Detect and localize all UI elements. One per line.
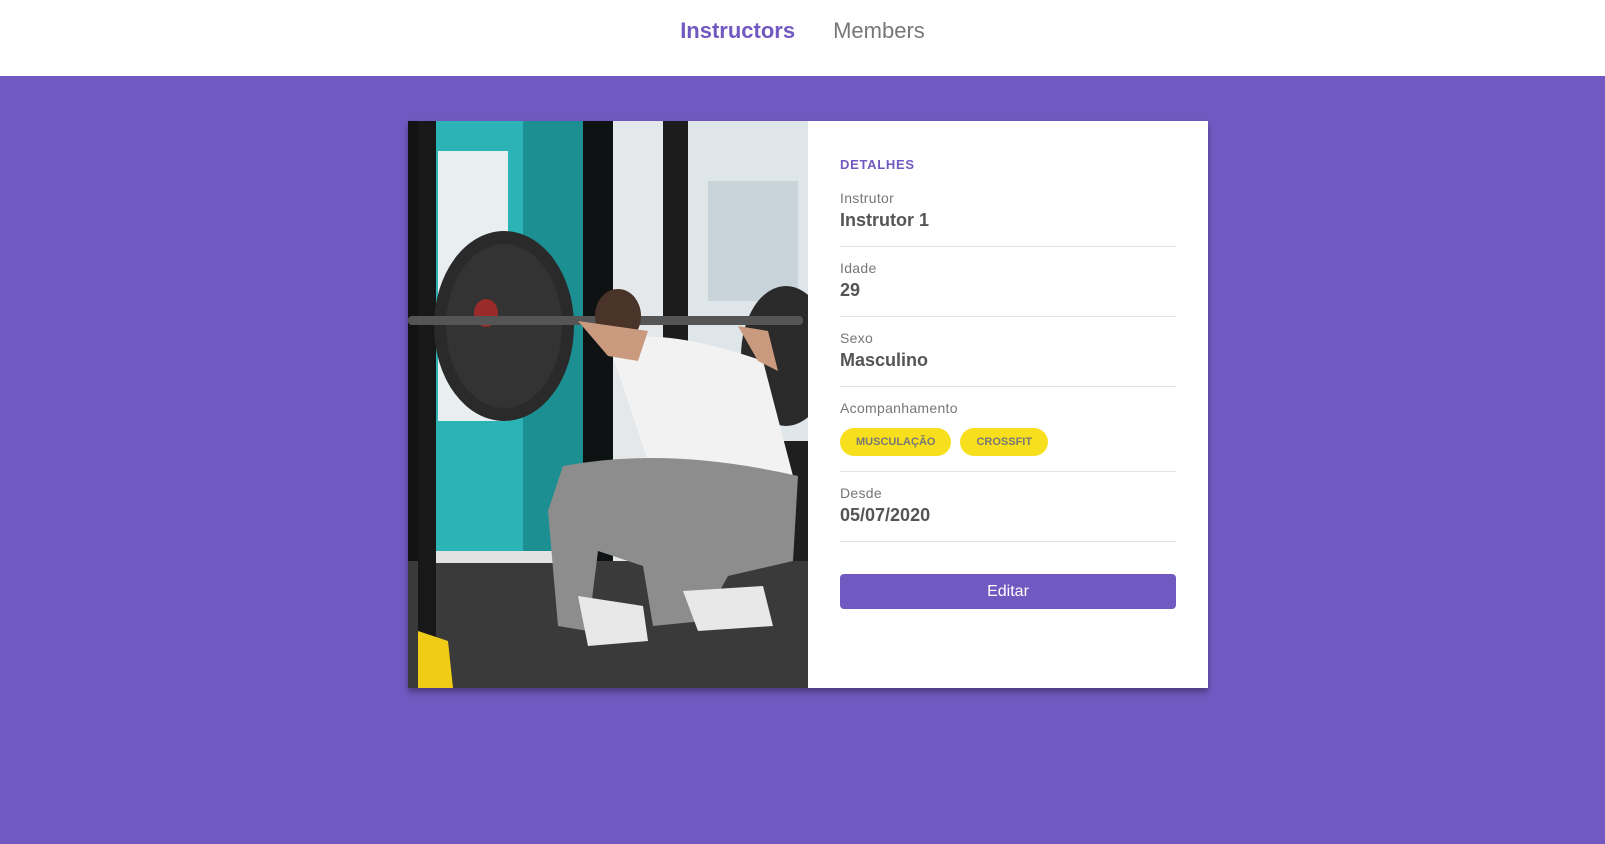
field-value: 29 — [840, 280, 861, 300]
service-tag: CROSSFIT — [960, 428, 1049, 456]
service-tag: MUSCULAÇÃO — [840, 428, 952, 456]
field-label: Sexo — [840, 330, 874, 346]
field-value: Masculino — [840, 350, 929, 370]
edit-button[interactable]: Editar — [840, 574, 1176, 609]
since-field: Desde 05/07/2020 — [840, 472, 1176, 542]
field-label: Idade — [840, 260, 877, 276]
details-heading: DETALHES — [840, 157, 915, 172]
services-field: Acompanhamento MUSCULAÇÃO CROSSFIT — [840, 387, 1176, 472]
age-field: Idade 29 — [840, 247, 1176, 317]
nav-link-members[interactable]: Members — [833, 18, 925, 44]
gender-field: Sexo Masculino — [840, 317, 1176, 387]
instructor-photo — [408, 121, 808, 688]
field-value: Instrutor 1 — [840, 210, 930, 230]
field-label: Desde — [840, 485, 882, 501]
service-tags: MUSCULAÇÃO CROSSFIT — [840, 428, 1176, 456]
nav-link-instructors[interactable]: Instructors — [680, 18, 795, 44]
instructor-name-field: Instrutor Instrutor 1 — [840, 190, 1176, 247]
field-label: Acompanhamento — [840, 400, 958, 416]
field-label: Instrutor — [840, 190, 895, 206]
instructor-card: DETALHES Instrutor Instrutor 1 Idade 29 … — [408, 121, 1208, 688]
barbell-squat-photo-icon — [408, 121, 808, 688]
field-value: 05/07/2020 — [840, 505, 931, 525]
details-panel: DETALHES Instrutor Instrutor 1 Idade 29 … — [808, 121, 1208, 688]
top-nav: Instructors Members — [0, 0, 1605, 76]
